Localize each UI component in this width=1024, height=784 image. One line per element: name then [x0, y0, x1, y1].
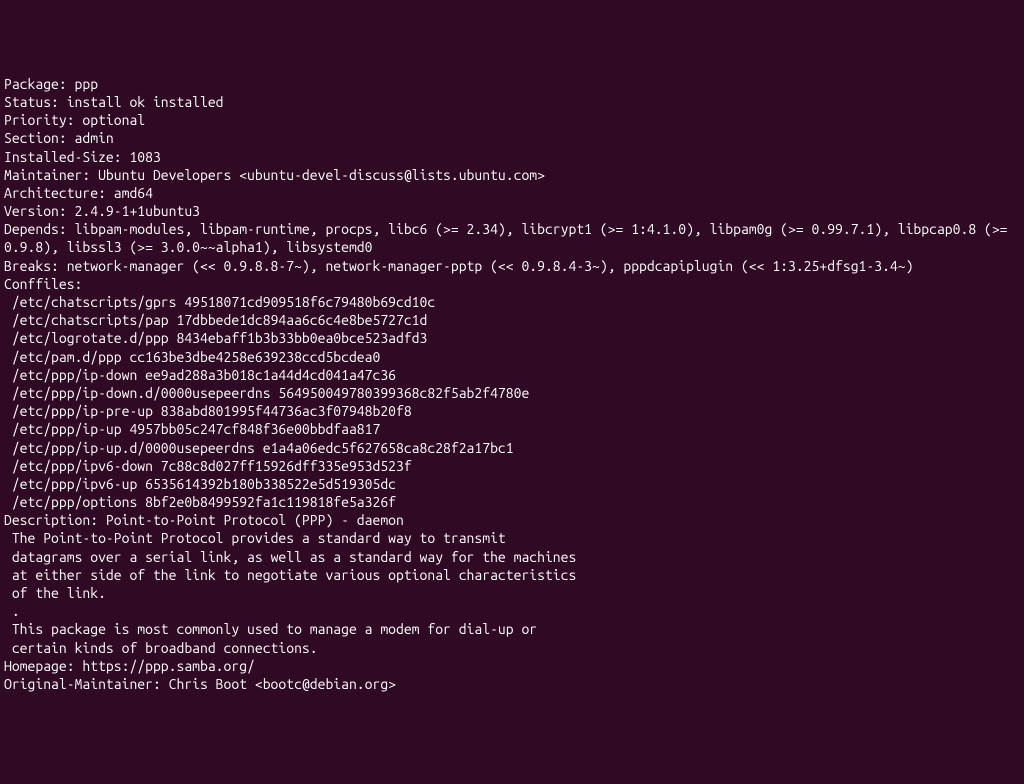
terminal-line: /etc/ppp/ip-pre-up 838abd801995f44736ac3…: [4, 402, 1020, 420]
terminal-line: /etc/ppp/options 8bf2e0b8499592fa1c11981…: [4, 493, 1020, 511]
terminal-line: Section: admin: [4, 129, 1020, 147]
terminal-line: datagrams over a serial link, as well as…: [4, 548, 1020, 566]
terminal-line: /etc/logrotate.d/ppp 8434ebaff1b3b33bb0e…: [4, 329, 1020, 347]
terminal-line: Status: install ok installed: [4, 93, 1020, 111]
terminal-line: Priority: optional: [4, 111, 1020, 129]
terminal-line: Installed-Size: 1083: [4, 148, 1020, 166]
terminal-line: Architecture: amd64: [4, 184, 1020, 202]
terminal-line: Package: ppp: [4, 75, 1020, 93]
terminal-line: Breaks: network-manager (<< 0.9.8.8-7~),…: [4, 257, 1020, 275]
terminal-line: /etc/chatscripts/pap 17dbbede1dc894aa6c6…: [4, 311, 1020, 329]
terminal-line: /etc/ppp/ip-down ee9ad288a3b018c1a44d4cd…: [4, 366, 1020, 384]
terminal-line: Homepage: https://ppp.samba.org/: [4, 657, 1020, 675]
terminal-line: /etc/ppp/ipv6-up 6535614392b180b338522e5…: [4, 475, 1020, 493]
terminal-line: /etc/ppp/ip-up 4957bb05c247cf848f36e00bb…: [4, 420, 1020, 438]
terminal-line: Depends: libpam-modules, libpam-runtime,…: [4, 220, 1020, 256]
terminal-line: Original-Maintainer: Chris Boot <bootc@d…: [4, 675, 1020, 693]
terminal-line: at either side of the link to negotiate …: [4, 566, 1020, 584]
terminal-line: /etc/ppp/ip-down.d/0000usepeerdns 564950…: [4, 384, 1020, 402]
terminal-line: .: [4, 602, 1020, 620]
terminal-line: Conffiles:: [4, 275, 1020, 293]
terminal-line: Description: Point-to-Point Protocol (PP…: [4, 511, 1020, 529]
terminal-line: The Point-to-Point Protocol provides a s…: [4, 529, 1020, 547]
terminal-output: Package: pppStatus: install ok installed…: [4, 75, 1020, 693]
terminal-line: /etc/ppp/ip-up.d/0000usepeerdns e1a4a06e…: [4, 439, 1020, 457]
terminal-line: /etc/ppp/ipv6-down 7c88c8d027ff15926dff3…: [4, 457, 1020, 475]
terminal-line: This package is most commonly used to ma…: [4, 620, 1020, 638]
terminal-line: of the link.: [4, 584, 1020, 602]
terminal-line: certain kinds of broadband connections.: [4, 639, 1020, 657]
terminal-line: Maintainer: Ubuntu Developers <ubuntu-de…: [4, 166, 1020, 184]
terminal-line: Version: 2.4.9-1+1ubuntu3: [4, 202, 1020, 220]
terminal-line: /etc/pam.d/ppp cc163be3dbe4258e639238ccd…: [4, 348, 1020, 366]
terminal-line: /etc/chatscripts/gprs 49518071cd909518f6…: [4, 293, 1020, 311]
